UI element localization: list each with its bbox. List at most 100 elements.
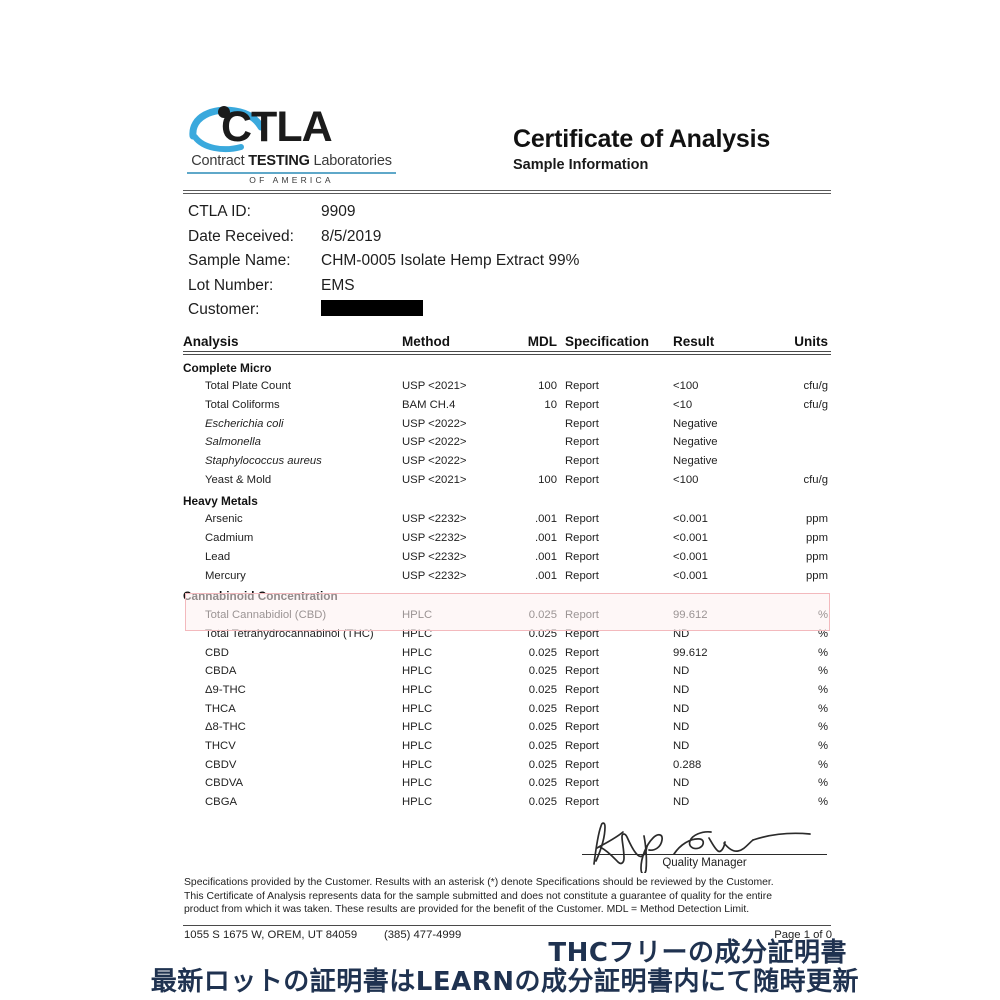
cell-specification: Report (565, 702, 599, 715)
cell-specification: Report (565, 796, 599, 809)
annotation-line-2: 最新ロットの証明書はLEARNの成分証明書内にて随時更新 (150, 967, 859, 997)
table-row: Staphylococcus aureus USP <2022> Report Neg… (183, 452, 831, 471)
column-header-units: Units (794, 334, 828, 349)
cell-result: <100 (673, 380, 699, 393)
cell-analysis: Arsenic (205, 513, 243, 526)
results-table-body: Complete Micro Total Plate Count USP <2021… (183, 356, 831, 811)
cell-analysis: CBDA (205, 665, 237, 678)
cell-method: HPLC (402, 665, 433, 678)
page-subtitle: Sample Information (513, 157, 649, 173)
cell-method: HPLC (402, 646, 433, 659)
cell-specification: Report (565, 532, 599, 545)
table-row: CBDVA HPLC 0.025 Report ND% (183, 774, 831, 793)
cell-method: USP <2022> (402, 436, 467, 449)
column-header-specification: Specification (565, 334, 650, 349)
cell-units: % (817, 796, 828, 809)
cell-mdl: 0.025 (528, 646, 557, 659)
annotation-line-1: THCフリーの成分証明書 (548, 938, 847, 968)
table-row: Mercury USP <2232> .001 Report <0.001 ppm (183, 566, 831, 585)
cell-units (777, 452, 831, 471)
value-sample-name: CHM-0005 Isolate Hemp Extract 99% (321, 252, 580, 269)
page-title: Certificate of Analysis (513, 125, 771, 153)
cell-method: USP <2232> (402, 532, 467, 545)
signature-caption: Quality Manager (662, 857, 747, 869)
section-title: Complete Micro (183, 360, 272, 375)
cell-analysis: Δ9-THC (205, 683, 246, 696)
cell-specification: Report (565, 380, 599, 393)
cell-method: USP <2232> (402, 513, 467, 526)
table-section-header: Heavy Metals (183, 489, 831, 510)
ctla-wordmark: CTLA (221, 103, 333, 151)
table-row: Δ8-THC HPLC 0.025 Report ND% (183, 718, 831, 737)
cell-units: % (817, 740, 828, 753)
tagline-testing: TESTING (248, 153, 310, 169)
cell-method: HPLC (402, 609, 433, 622)
cell-analysis: Cadmium (205, 532, 254, 545)
cell-method: HPLC (402, 758, 433, 771)
ctla-country-label: OF AMERICA (249, 175, 334, 185)
cell-units: % (817, 683, 828, 696)
section-title: Cannabinoid Concentration (183, 589, 338, 604)
cell-result: <0.001 (673, 532, 708, 545)
table-row: CBDA HPLC 0.025 Report ND% (183, 662, 831, 681)
cell-mdl: 0.025 (528, 721, 557, 734)
footer-divider (183, 925, 831, 927)
cell-mdl: .001 (535, 513, 557, 526)
cell-mdl: 0.025 (528, 683, 557, 696)
cell-units: % (817, 777, 828, 790)
results-table-container: Analysis Method MDL Specification Result… (183, 330, 831, 811)
column-header-mdl: MDL (527, 334, 557, 349)
cell-specification: Report (565, 569, 599, 582)
table-row: Total Plate Count USP <2021> 100 Report <100… (183, 377, 831, 396)
table-row: CBDV HPLC 0.025 Report 0.288% (183, 755, 831, 774)
cell-mdl: .001 (535, 569, 557, 582)
cell-method: USP <2021> (402, 473, 467, 486)
cell-analysis: CBDV (205, 758, 237, 771)
table-row: Arsenic USP <2232> .001 Report <0.001 ppm (183, 510, 831, 529)
cell-units (777, 414, 831, 433)
cell-method: USP <2232> (402, 550, 467, 563)
label-lot-number: Lot Number: (188, 276, 274, 294)
cell-result: Negative (673, 436, 718, 449)
cell-units: % (817, 702, 828, 715)
cell-result: <0.001 (673, 550, 708, 563)
column-header-result: Result (673, 334, 715, 349)
cell-method: USP <2022> (402, 417, 467, 430)
customer-redaction-bar (321, 300, 423, 316)
cell-mdl: .001 (535, 532, 557, 545)
title-block: Certificate of Analysis Sample Informati… (513, 125, 833, 174)
cell-method: USP <2022> (402, 455, 467, 468)
disclaimer-line-1: Specifications provided by the Customer.… (184, 877, 774, 888)
disclaimer-text: Specifications provided by the Customer.… (184, 876, 832, 917)
cell-method: HPLC (402, 683, 433, 696)
cell-units: % (817, 665, 828, 678)
table-row: Salmonella USP <2022> Report Negative (183, 433, 831, 452)
cell-result: ND (673, 740, 690, 753)
table-row: THCA HPLC 0.025 Report ND% (183, 699, 831, 718)
cell-specification: Report (565, 399, 599, 412)
cell-units: ppm (806, 513, 828, 526)
label-sample-name: Sample Name: (188, 252, 291, 269)
sample-info-row-ctla-id: CTLA ID: 9909 (188, 200, 828, 225)
cell-analysis: CBGA (205, 796, 238, 809)
cell-result: 99.612 (673, 646, 708, 659)
cell-result: ND (673, 665, 690, 678)
table-row: Escherichia coli USP <2022> Report Negative (183, 414, 831, 433)
cell-mdl (505, 433, 557, 452)
cell-units: ppm (806, 550, 828, 563)
tagline-laboratories: Laboratories (309, 153, 392, 169)
cell-specification: Report (565, 417, 599, 430)
cell-method: BAM CH.4 (402, 399, 456, 412)
cell-specification: Report (565, 683, 599, 696)
cell-units: % (817, 609, 828, 622)
cell-analysis: Yeast & Mold (205, 473, 272, 486)
ctla-logo: CTLA Contract TESTING Laboratories OF AM… (183, 103, 413, 189)
cell-result: <10 (673, 399, 693, 412)
cell-units: % (817, 721, 828, 734)
label-customer: Customer: (188, 301, 260, 318)
column-header-analysis: Analysis (183, 334, 239, 349)
cell-method: HPLC (402, 627, 433, 640)
table-row: Δ9-THC HPLC 0.025 Report ND% (183, 681, 831, 700)
results-table: Analysis Method MDL Specification Result… (183, 330, 831, 811)
cell-mdl: 0.025 (528, 740, 557, 753)
